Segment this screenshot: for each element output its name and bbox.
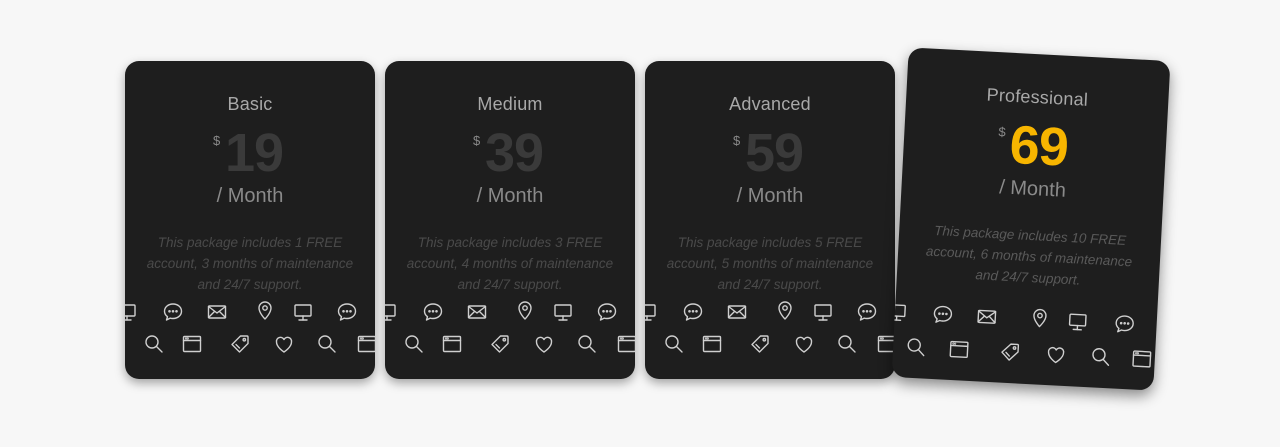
price-row: $ 19 [125, 121, 375, 183]
tag-icon [231, 335, 249, 353]
monitor-icon [814, 304, 832, 321]
mail-icon [467, 305, 487, 319]
currency-symbol: $ [998, 124, 1007, 140]
location-pin-icon [778, 301, 792, 320]
plan-name: Medium [477, 94, 543, 114]
price-row: $ 59 [645, 121, 895, 183]
chat-icon [683, 303, 703, 321]
pricing-card-advanced[interactable]: Advanced $ 59 / Month This package inclu… [645, 61, 895, 379]
monitor-icon [645, 304, 656, 321]
location-pin-icon [1033, 308, 1047, 328]
search-icon [907, 338, 925, 357]
mail-icon [977, 309, 997, 324]
search-icon [665, 335, 683, 353]
tag-icon [751, 335, 769, 353]
plan-description: This package includes 5 FREE account, 5 … [666, 235, 874, 292]
location-pin-icon [258, 301, 272, 320]
price-period: / Month [216, 185, 284, 207]
price-amount: 19 [225, 123, 284, 183]
location-pin-icon [518, 301, 532, 320]
plan-name: Basic [227, 94, 273, 114]
chat-icon [337, 303, 357, 321]
price-period: / Month [736, 185, 804, 207]
currency-symbol: $ [213, 133, 221, 148]
chat-icon [1115, 315, 1134, 333]
search-icon [405, 335, 423, 353]
monitor-icon [125, 304, 136, 321]
browser-window-icon [357, 335, 375, 353]
price-amount: 39 [485, 123, 544, 183]
search-icon [838, 335, 856, 353]
tag-icon [1001, 343, 1020, 361]
chat-icon [933, 305, 953, 323]
search-icon [145, 335, 163, 353]
price-row: $ 39 [385, 121, 635, 183]
pricing-stage: Basic $ 19 / Month This package includes… [0, 0, 1280, 447]
icon-strip [891, 295, 1158, 391]
tag-icon [491, 335, 509, 353]
price-amount: 69 [1008, 114, 1070, 178]
icon-strip [125, 297, 375, 379]
search-icon [578, 335, 596, 353]
currency-symbol: $ [473, 133, 481, 148]
monitor-icon [1068, 313, 1087, 331]
pricing-card-medium[interactable]: Medium $ 39 / Month This package include… [385, 61, 635, 379]
mail-icon [727, 305, 747, 319]
heart-icon [535, 336, 553, 353]
plan-description: This package includes 3 FREE account, 4 … [406, 235, 614, 292]
pricing-card-professional[interactable]: Professional $ 69 / Month This package i… [891, 47, 1171, 391]
price-period: / Month [476, 185, 544, 207]
chat-icon [163, 303, 183, 321]
chat-icon [597, 303, 617, 321]
plan-description: This package includes 1 FREE account, 3 … [146, 235, 354, 292]
monitor-icon [294, 304, 312, 321]
mail-icon [207, 305, 227, 319]
heart-icon [795, 336, 813, 353]
heart-icon [1047, 346, 1065, 364]
chat-icon [423, 303, 443, 321]
pricing-card-basic[interactable]: Basic $ 19 / Month This package includes… [125, 61, 375, 379]
chat-icon [857, 303, 877, 321]
search-icon [318, 335, 336, 353]
plan-description: This package includes 10 FREE account, 6… [925, 222, 1133, 288]
icon-strip [645, 297, 895, 379]
search-icon [1092, 348, 1110, 366]
plan-name: Advanced [729, 94, 811, 114]
browser-window-icon [182, 335, 202, 353]
price-amount: 59 [745, 123, 804, 183]
icon-strip [385, 297, 635, 379]
monitor-icon [554, 304, 572, 321]
browser-window-icon [617, 335, 635, 353]
price-row: $ 69 [902, 107, 1167, 183]
browser-window-icon [1132, 350, 1152, 368]
browser-window-icon [702, 335, 722, 353]
currency-symbol: $ [733, 133, 741, 148]
heart-icon [275, 336, 293, 353]
browser-window-icon [949, 340, 969, 358]
browser-window-icon [442, 335, 462, 353]
monitor-icon [385, 304, 396, 321]
